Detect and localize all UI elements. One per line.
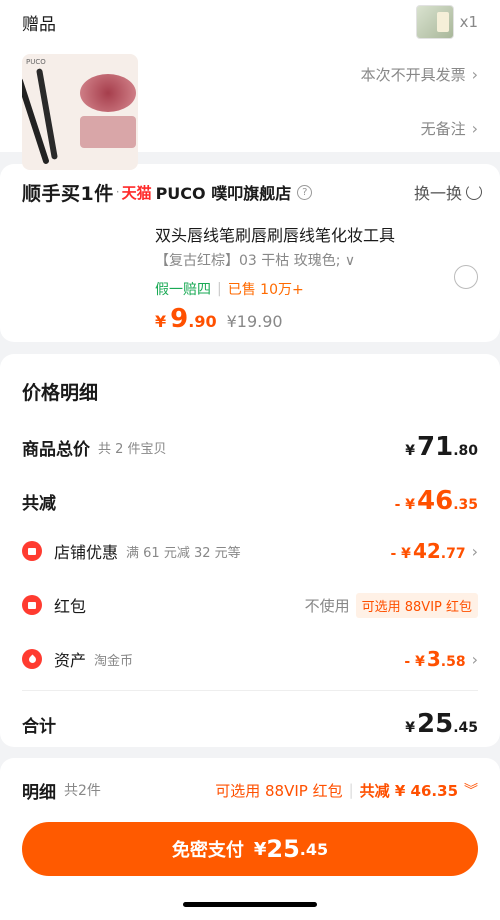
- guarantee-badge: 假一赔四: [155, 282, 211, 298]
- gift-row[interactable]: 赠品 x1: [22, 5, 478, 39]
- gift-qty: x1: [459, 13, 478, 31]
- total-row: 商品总价 共 2 件宝贝 ¥ 71 .80: [22, 432, 478, 462]
- invoice-value: 本次不开具发票: [360, 65, 466, 84]
- red-packet-value: 不使用: [304, 596, 350, 615]
- reduce-row: 共减 - ¥ 46 .35: [22, 486, 478, 516]
- reduce-amount: - ¥ 46 .35: [394, 486, 478, 516]
- sum-amount: ¥ 25 .45: [405, 709, 478, 739]
- coin-tag-icon: [22, 649, 42, 669]
- chevron-right-icon: ›: [471, 64, 478, 84]
- select-radio[interactable]: [454, 265, 478, 289]
- store-discount-amount: - ¥ 42 .77: [390, 539, 466, 563]
- total-amount: ¥ 71 .80: [405, 432, 478, 462]
- price-detail-title: 价格明细: [22, 382, 99, 404]
- chevron-right-icon: ›: [471, 541, 478, 561]
- sum-row: 合计 ¥ 25 .45: [22, 709, 478, 739]
- red-packet-row[interactable]: 红包 不使用 可选用 88VIP 红包: [22, 592, 478, 618]
- store-header: 顺手买1件 · 天猫 PUCO 噗叩旗舰店 ? 换一换: [22, 178, 482, 206]
- help-icon[interactable]: ?: [297, 184, 313, 200]
- double-chevron-down-icon: ︾: [464, 783, 478, 799]
- divider: [22, 690, 478, 691]
- swap-button[interactable]: 换一换: [414, 180, 482, 204]
- chevron-right-icon: ›: [471, 118, 478, 138]
- remark-value: 无备注: [420, 119, 466, 138]
- refresh-icon: [466, 184, 482, 200]
- assets-amount: - ¥ 3 .58: [404, 647, 466, 671]
- store-name[interactable]: PUCO 噗叩旗舰店: [156, 180, 292, 204]
- detail-summary-row[interactable]: 明细 共2件 可选用 88VIP 红包 | 共减 ¥ 46.35 ︾: [22, 776, 478, 804]
- sold-count: 已售 10万+: [227, 282, 304, 298]
- product-price: ¥ 9 .90 ¥19.90: [155, 304, 283, 334]
- product-sku-selector[interactable]: 【复古红棕】03 干枯 玫瑰色; ∨: [155, 250, 355, 270]
- product-image[interactable]: PUCO: [22, 54, 138, 170]
- store-discount-row[interactable]: 店铺优惠 满 61 元减 32 元等 - ¥ 42 .77 ›: [22, 538, 478, 564]
- tmall-badge: 天猫: [121, 183, 152, 202]
- assets-row[interactable]: 资产 淘金币 - ¥ 3 .58 ›: [22, 646, 478, 672]
- swap-label: 换一换: [413, 184, 462, 203]
- gift-label: 赠品: [22, 14, 56, 35]
- original-price: ¥19.90: [226, 312, 283, 331]
- add-one-logo: 顺手买1件: [22, 182, 114, 205]
- product-badges: 假一赔四 | 已售 10万+: [155, 281, 304, 298]
- home-indicator[interactable]: [183, 902, 317, 907]
- pay-button[interactable]: 免密支付 ¥ 25 .45: [22, 822, 478, 876]
- gift-thumbnail: [415, 5, 454, 39]
- vip-red-packet-hint: 可选用 88VIP 红包: [215, 781, 343, 800]
- total-reduce: 共减 ¥ 46.35: [359, 781, 458, 800]
- store-icon: [22, 541, 42, 561]
- vip-red-packet-chip[interactable]: 可选用 88VIP 红包: [355, 592, 478, 618]
- red-packet-icon: [22, 595, 42, 615]
- product-title[interactable]: 双头唇线笔刷唇刷唇线笔化妆工具: [155, 222, 395, 246]
- chevron-right-icon: ›: [471, 649, 478, 669]
